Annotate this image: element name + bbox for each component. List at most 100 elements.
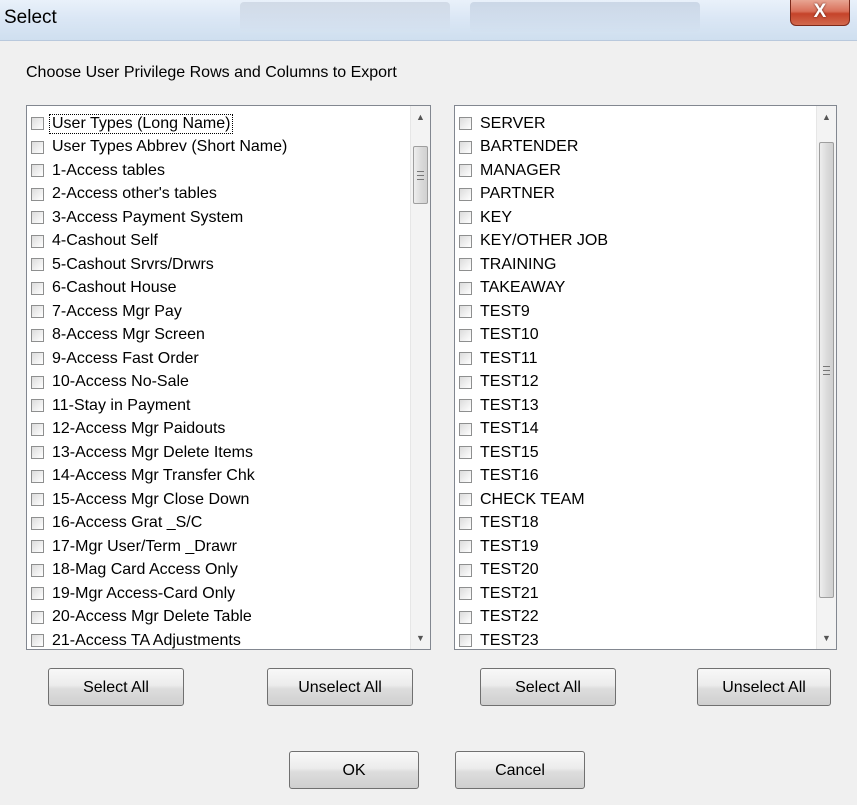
list-item[interactable]: TEST12 bbox=[459, 371, 814, 395]
list-item[interactable]: 8-Access Mgr Screen bbox=[31, 324, 408, 348]
list-item[interactable]: 5-Cashout Srvrs/Drwrs bbox=[31, 253, 408, 277]
checkbox[interactable] bbox=[459, 117, 472, 131]
list-item[interactable]: TAKEAWAY bbox=[459, 277, 814, 301]
checkbox[interactable] bbox=[459, 399, 472, 413]
list-item[interactable]: TEST18 bbox=[459, 512, 814, 536]
checkbox[interactable] bbox=[459, 328, 472, 342]
checkbox[interactable] bbox=[31, 493, 44, 507]
checkbox[interactable] bbox=[459, 610, 472, 624]
checkbox[interactable] bbox=[459, 422, 472, 436]
checkbox[interactable] bbox=[31, 469, 44, 483]
checkbox[interactable] bbox=[31, 610, 44, 624]
list-item[interactable]: 7-Access Mgr Pay bbox=[31, 300, 408, 324]
checkbox[interactable] bbox=[459, 140, 472, 154]
list-item[interactable]: User Types Abbrev (Short Name) bbox=[31, 136, 408, 160]
checkbox[interactable] bbox=[459, 587, 472, 601]
list-item[interactable]: TEST13 bbox=[459, 394, 814, 418]
list-item[interactable]: KEY bbox=[459, 206, 814, 230]
list-item[interactable]: 12-Access Mgr Paidouts bbox=[31, 418, 408, 442]
checkbox[interactable] bbox=[31, 634, 44, 648]
rows-scrollbar[interactable]: ▲ ▼ bbox=[410, 106, 430, 649]
list-item[interactable]: 20-Access Mgr Delete Table bbox=[31, 606, 408, 630]
checkbox[interactable] bbox=[31, 117, 44, 131]
checkbox[interactable] bbox=[31, 399, 44, 413]
list-item[interactable]: BARTENDER bbox=[459, 136, 814, 160]
checkbox[interactable] bbox=[31, 516, 44, 530]
list-item[interactable]: TEST9 bbox=[459, 300, 814, 324]
checkbox[interactable] bbox=[459, 187, 472, 201]
list-item[interactable]: CHECK TEAM bbox=[459, 488, 814, 512]
checkbox[interactable] bbox=[31, 422, 44, 436]
checkbox[interactable] bbox=[31, 328, 44, 342]
checkbox[interactable] bbox=[459, 469, 472, 483]
checkbox[interactable] bbox=[31, 587, 44, 601]
columns-unselect-all-button[interactable]: Unselect All bbox=[697, 668, 831, 706]
checkbox[interactable] bbox=[31, 563, 44, 577]
list-item[interactable]: MANAGER bbox=[459, 159, 814, 183]
list-item[interactable]: SERVER bbox=[459, 112, 814, 136]
checkbox[interactable] bbox=[31, 446, 44, 460]
up-arrow-icon[interactable]: ▲ bbox=[817, 108, 836, 126]
checkbox[interactable] bbox=[459, 375, 472, 389]
list-item[interactable]: TRAINING bbox=[459, 253, 814, 277]
list-item[interactable]: User Types (Long Name) bbox=[31, 112, 408, 136]
checkbox[interactable] bbox=[31, 305, 44, 319]
checkbox[interactable] bbox=[31, 375, 44, 389]
list-item[interactable]: 14-Access Mgr Transfer Chk bbox=[31, 465, 408, 489]
list-item[interactable]: 21-Access TA Adjustments bbox=[31, 629, 408, 649]
checkbox[interactable] bbox=[459, 634, 472, 648]
columns-listbox[interactable]: SERVER BARTENDER MANAGER PARTNER KEY KEY/OTHE… bbox=[454, 105, 837, 650]
checkbox[interactable] bbox=[459, 563, 472, 577]
down-arrow-icon[interactable]: ▼ bbox=[817, 629, 836, 647]
list-item[interactable]: TEST20 bbox=[459, 559, 814, 583]
checkbox[interactable] bbox=[459, 211, 472, 225]
checkbox[interactable] bbox=[459, 305, 472, 319]
list-item[interactable]: TEST23 bbox=[459, 629, 814, 649]
list-item[interactable]: 16-Access Grat _S/C bbox=[31, 512, 408, 536]
list-item[interactable]: 2-Access other's tables bbox=[31, 183, 408, 207]
checkbox[interactable] bbox=[459, 234, 472, 248]
list-item[interactable]: 11-Stay in Payment bbox=[31, 394, 408, 418]
down-arrow-icon[interactable]: ▼ bbox=[411, 629, 430, 647]
columns-select-all-button[interactable]: Select All bbox=[480, 668, 616, 706]
checkbox[interactable] bbox=[31, 140, 44, 154]
checkbox[interactable] bbox=[459, 446, 472, 460]
close-button[interactable]: X bbox=[790, 0, 850, 26]
checkbox[interactable] bbox=[31, 540, 44, 554]
scroll-thumb[interactable] bbox=[413, 146, 428, 204]
checkbox[interactable] bbox=[459, 540, 472, 554]
list-item[interactable]: 9-Access Fast Order bbox=[31, 347, 408, 371]
list-item[interactable]: 4-Cashout Self bbox=[31, 230, 408, 254]
columns-scrollbar[interactable]: ▲ ▼ bbox=[816, 106, 836, 649]
checkbox[interactable] bbox=[31, 211, 44, 225]
ok-button[interactable]: OK bbox=[289, 751, 419, 789]
checkbox[interactable] bbox=[31, 234, 44, 248]
list-item[interactable]: TEST10 bbox=[459, 324, 814, 348]
list-item[interactable]: 15-Access Mgr Close Down bbox=[31, 488, 408, 512]
checkbox[interactable] bbox=[31, 352, 44, 366]
list-item[interactable]: KEY/OTHER JOB bbox=[459, 230, 814, 254]
list-item[interactable]: TEST11 bbox=[459, 347, 814, 371]
checkbox[interactable] bbox=[31, 187, 44, 201]
list-item[interactable]: 3-Access Payment System bbox=[31, 206, 408, 230]
checkbox[interactable] bbox=[459, 164, 472, 178]
checkbox[interactable] bbox=[459, 516, 472, 530]
list-item[interactable]: 10-Access No-Sale bbox=[31, 371, 408, 395]
list-item[interactable]: 1-Access tables bbox=[31, 159, 408, 183]
list-item[interactable]: 6-Cashout House bbox=[31, 277, 408, 301]
checkbox[interactable] bbox=[459, 281, 472, 295]
list-item[interactable]: 18-Mag Card Access Only bbox=[31, 559, 408, 583]
list-item[interactable]: TEST15 bbox=[459, 441, 814, 465]
checkbox[interactable] bbox=[31, 258, 44, 272]
list-item[interactable]: 17-Mgr User/Term _Drawr bbox=[31, 535, 408, 559]
checkbox[interactable] bbox=[459, 258, 472, 272]
list-item[interactable]: TEST22 bbox=[459, 606, 814, 630]
list-item[interactable]: TEST21 bbox=[459, 582, 814, 606]
up-arrow-icon[interactable]: ▲ bbox=[411, 108, 430, 126]
list-item[interactable]: TEST19 bbox=[459, 535, 814, 559]
list-item[interactable]: PARTNER bbox=[459, 183, 814, 207]
checkbox[interactable] bbox=[459, 493, 472, 507]
scroll-thumb[interactable] bbox=[819, 142, 834, 598]
rows-listbox[interactable]: User Types (Long Name) User Types Abbrev … bbox=[26, 105, 431, 650]
title-bar[interactable]: Select X bbox=[0, 0, 857, 41]
